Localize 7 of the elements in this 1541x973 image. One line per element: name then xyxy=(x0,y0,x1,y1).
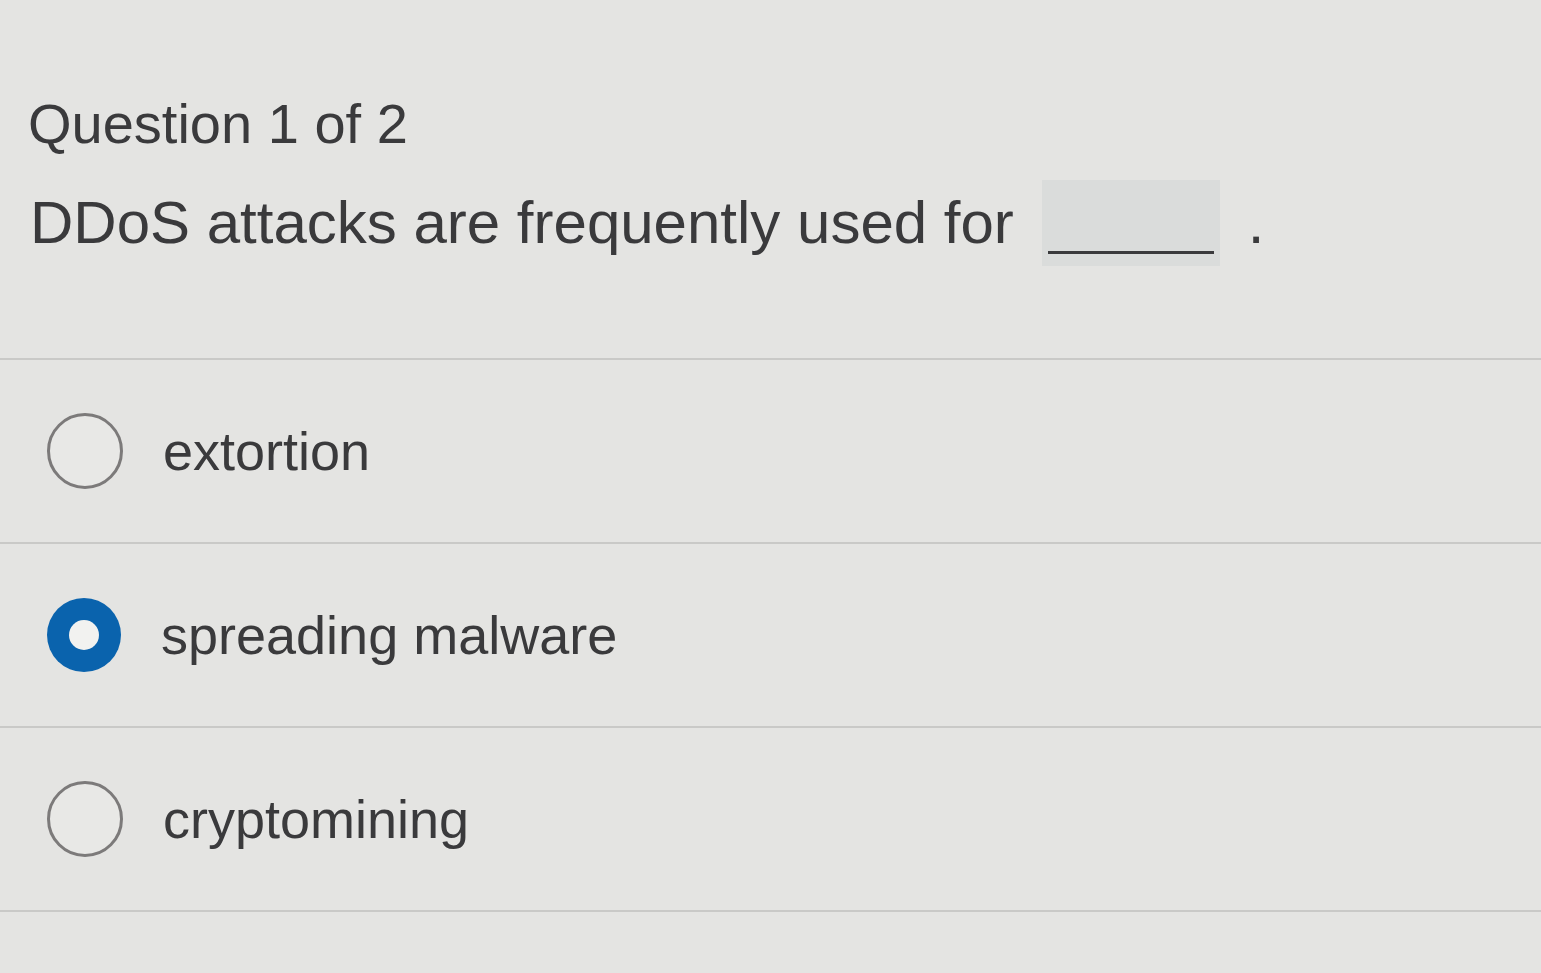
option-label: spreading malware xyxy=(161,604,618,667)
option-label: cryptomining xyxy=(163,788,470,851)
fill-in-blank[interactable] xyxy=(1041,180,1220,266)
question-counter: Question 1 of 2 xyxy=(28,92,408,156)
question-text: DDoS attacks are frequently used for xyxy=(30,188,1014,258)
question-text: . xyxy=(1247,188,1265,258)
option-label: extortion xyxy=(163,420,371,483)
